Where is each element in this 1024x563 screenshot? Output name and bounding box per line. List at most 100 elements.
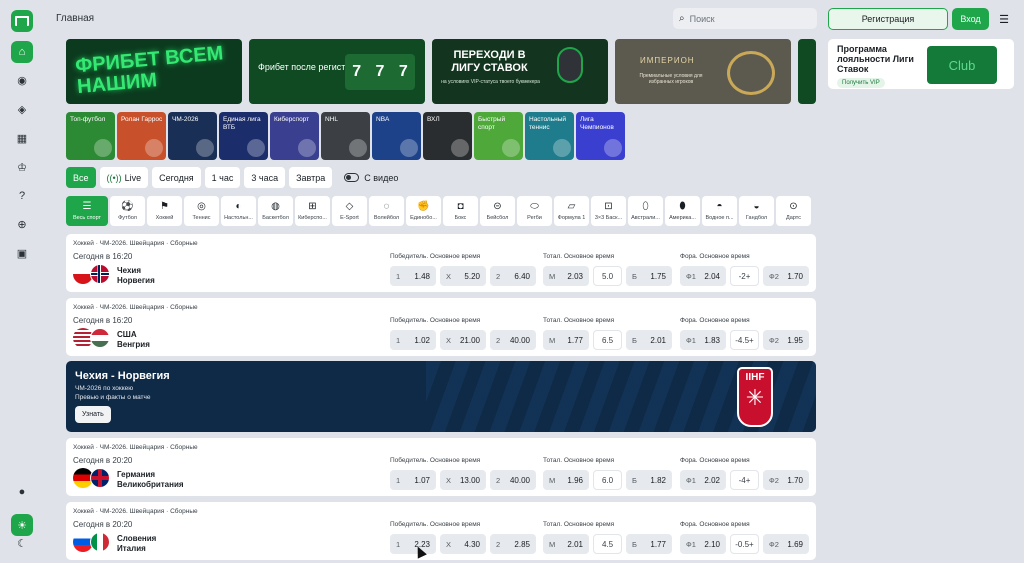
odds-button[interactable]: М 1.77 — [543, 330, 589, 350]
chat-icon[interactable]: ● — [11, 481, 33, 503]
event-teams[interactable]: США Венгрия — [117, 330, 150, 350]
tickets-icon[interactable]: ◈ — [11, 98, 33, 120]
event-card[interactable]: Хоккей · ЧМ-2026. Швейцария · Сборные Сег… — [66, 502, 816, 560]
odds-button[interactable]: Ф2 1.69 — [763, 534, 809, 554]
banner-registration[interactable]: Фрибет после регистрации 7 7 7 — [249, 39, 425, 104]
sport-basketball3x3[interactable]: ⊡ 3×3 Баск... — [591, 196, 626, 226]
trophy-icon[interactable]: ♔ — [11, 156, 33, 178]
sport-tennis[interactable]: ◎ Теннис — [184, 196, 219, 226]
home-icon[interactable]: ⌂ — [11, 41, 33, 63]
search-input[interactable]: ⌕ Поиск — [673, 8, 817, 29]
category-tile[interactable]: Настольный теннис — [525, 112, 574, 160]
category-tile[interactable]: ЧМ-2026 — [168, 112, 217, 160]
sport-volleyball[interactable]: ◌ Волейбол — [369, 196, 404, 226]
learn-more-button[interactable]: Узнать — [75, 406, 111, 423]
logo-icon[interactable] — [11, 10, 33, 32]
globe-icon[interactable]: ⊕ — [11, 213, 33, 235]
sport-list[interactable]: ☰ Весь спорт — [66, 196, 108, 226]
sport-water-polo[interactable]: ◓ Водное п... — [702, 196, 737, 226]
odds-button[interactable]: Ф2 1.95 — [763, 330, 809, 350]
category-tile[interactable]: Топ-футбол — [66, 112, 115, 160]
category-tile[interactable]: Ролан Гаррос — [117, 112, 166, 160]
odds-button[interactable]: 1 1.48 — [390, 266, 436, 286]
menu-icon[interactable]: ☰ — [996, 10, 1012, 28]
category-tile[interactable]: Киберспорт — [270, 112, 319, 160]
odds-button[interactable]: 1 1.02 — [390, 330, 436, 350]
odds-button[interactable]: X 4.30 — [440, 534, 486, 554]
event-teams[interactable]: Германия Великобритания — [117, 470, 184, 490]
filter-live[interactable]: ((•)) Live — [99, 167, 149, 188]
odds-button[interactable]: Б 1.77 — [626, 534, 672, 554]
banner-next[interactable] — [798, 39, 816, 104]
sport-hockey[interactable]: ⚑ Хоккей — [147, 196, 182, 226]
live-icon[interactable]: ◉ — [11, 69, 33, 91]
odds-button[interactable]: 2 6.40 — [490, 266, 536, 286]
odds-button[interactable]: М 2.01 — [543, 534, 589, 554]
wallet-icon[interactable]: ▣ — [11, 242, 33, 264]
login-button[interactable]: Вход — [952, 8, 989, 30]
sport-baseball[interactable]: ⊝ Бейсбол — [480, 196, 515, 226]
banner-imperion[interactable]: ИМПЕРИОН Премиальные условия для избранн… — [615, 39, 791, 104]
event-card[interactable]: Хоккей · ЧМ-2026. Швейцария · Сборные Сег… — [66, 234, 816, 292]
sport-esport[interactable]: ◇ E-Sport — [332, 196, 367, 226]
sport-football[interactable]: ⚽ Футбол — [110, 196, 145, 226]
odds-button[interactable]: Ф2 1.70 — [763, 470, 809, 490]
odds-button[interactable]: М 2.03 — [543, 266, 589, 286]
filter-3h[interactable]: 3 часа — [244, 167, 286, 188]
toggle-switch[interactable] — [344, 173, 360, 182]
get-vip-button[interactable]: Получить VIP — [837, 78, 885, 88]
category-tile[interactable]: Быстрый спорт — [474, 112, 523, 160]
odds-button[interactable]: Ф1 2.02 — [680, 470, 726, 490]
filter-tomorrow[interactable]: Завтра — [289, 167, 333, 188]
odds-button[interactable]: 1 1.07 — [390, 470, 436, 490]
odds-button[interactable]: X 21.00 — [440, 330, 486, 350]
odds-button[interactable]: 1 2.23 — [390, 534, 436, 554]
event-teams[interactable]: Словения Италия — [117, 534, 156, 554]
odds-button[interactable]: М 1.96 — [543, 470, 589, 490]
filter-all[interactable]: Все — [66, 167, 96, 188]
odds-button[interactable]: Б 2.01 — [626, 330, 672, 350]
sport-boxing[interactable]: ◘ Бокс — [443, 196, 478, 226]
sport-gamepad[interactable]: ⊞ Киберспо... — [295, 196, 330, 226]
banner-freebet[interactable]: ФРИБЕТ ВСЕМ НАШИМ — [66, 39, 242, 104]
banner-vip[interactable]: ПЕРЕХОДИ В ЛИГУ СТАВОК на условиях VIP-с… — [432, 39, 608, 104]
odds-button[interactable]: 2 40.00 — [490, 470, 536, 490]
category-tile[interactable]: NHL — [321, 112, 370, 160]
filter-today[interactable]: Сегодня — [152, 167, 201, 188]
odds-button[interactable]: 2 40.00 — [490, 330, 536, 350]
category-tile[interactable]: Единая лига ВТБ — [219, 112, 268, 160]
apps-icon[interactable]: ▦ — [11, 127, 33, 149]
event-teams[interactable]: Чехия Норвегия — [117, 266, 155, 286]
category-tile[interactable]: Лига Чемпионов — [576, 112, 625, 160]
sport-formula1[interactable]: ▱ Формула 1 — [554, 196, 589, 226]
sport-basketball[interactable]: ◍ Баскетбол — [258, 196, 293, 226]
sport-darts[interactable]: ⊙ Дартс — [776, 196, 811, 226]
category-tile[interactable]: NBA — [372, 112, 421, 160]
odds-button[interactable]: Ф1 2.10 — [680, 534, 726, 554]
help-icon[interactable]: ? — [11, 185, 33, 207]
video-toggle[interactable]: С видео — [336, 173, 398, 183]
match-preview-banner[interactable]: Чехия - Норвегия ЧМ-2026 по хоккею Превь… — [66, 361, 816, 432]
sport-american-football[interactable]: ⬮ Америка... — [665, 196, 700, 226]
odds-button[interactable]: 2 2.85 — [490, 534, 536, 554]
odds-button[interactable]: Ф1 1.83 — [680, 330, 726, 350]
odds-button[interactable]: Б 1.82 — [626, 470, 672, 490]
filter-1h[interactable]: 1 час — [204, 167, 241, 188]
loyalty-promo[interactable]: Программа лояльности Лиги Ставок Получит… — [828, 39, 1014, 89]
register-button[interactable]: Регистрация — [828, 8, 948, 30]
event-card[interactable]: Хоккей · ЧМ-2026. Швейцария · Сборные Сег… — [66, 438, 816, 496]
sport-rugby[interactable]: ⬭ Регби — [517, 196, 552, 226]
odds-button[interactable]: X 13.00 — [440, 470, 486, 490]
sport-australian-football[interactable]: ⬯ Австрали... — [628, 196, 663, 226]
sport-table-tennis[interactable]: ◐ Настольн... — [221, 196, 256, 226]
category-tile[interactable]: ВХЛ — [423, 112, 472, 160]
sport-fight[interactable]: ✊ Единобо... — [406, 196, 441, 226]
odds-button[interactable]: X 5.20 — [440, 266, 486, 286]
odds-button[interactable]: Б 1.75 — [626, 266, 672, 286]
odds-button[interactable]: Ф2 1.70 — [763, 266, 809, 286]
odds-button[interactable]: Ф1 2.04 — [680, 266, 726, 286]
sport-handball[interactable]: ◒ Гандбол — [739, 196, 774, 226]
moon-icon[interactable]: ☾ — [11, 532, 33, 554]
sport-label: 3×3 Баск... — [594, 215, 623, 221]
event-card[interactable]: Хоккей · ЧМ-2026. Швейцария · Сборные Сег… — [66, 298, 816, 356]
